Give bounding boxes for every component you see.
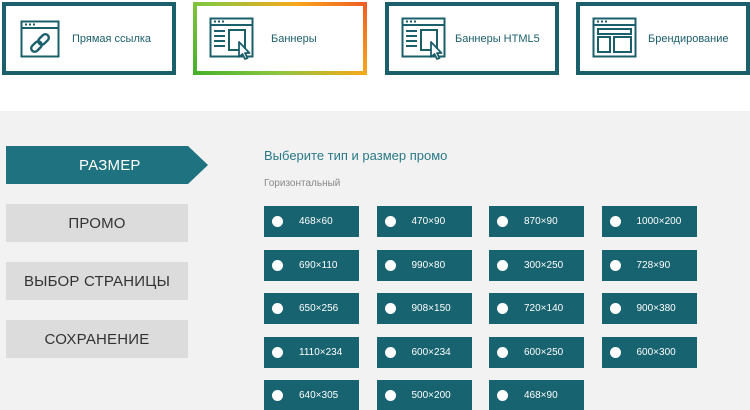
- size-option[interactable]: 728×90: [601, 249, 697, 281]
- size-option[interactable]: 600×300: [601, 336, 697, 368]
- radio-icon[interactable]: [497, 216, 508, 227]
- size-option[interactable]: 908×150: [376, 293, 472, 324]
- size-option-label: 500×200: [411, 390, 451, 401]
- radio-icon[interactable]: [384, 303, 396, 314]
- size-option-label: 1000×200: [636, 216, 682, 227]
- size-option[interactable]: 600×250: [489, 336, 584, 368]
- size-option[interactable]: 468×90: [489, 380, 584, 410]
- size-option-label: 728×90: [636, 259, 671, 271]
- banner-icon: [209, 16, 255, 62]
- size-option[interactable]: 1000×200: [601, 206, 697, 237]
- radio-icon[interactable]: [272, 216, 283, 227]
- tab-direct-link[interactable]: Прямая ссылка: [2, 2, 176, 75]
- tab-label: Баннеры: [271, 32, 317, 45]
- radio-icon[interactable]: [272, 390, 283, 401]
- size-option-label: 1110×234: [299, 346, 343, 358]
- size-option-label: 600×250: [524, 346, 564, 358]
- size-option-label: 468×90: [524, 390, 558, 401]
- size-option[interactable]: 690×110: [264, 249, 359, 281]
- size-option-label: 468×60: [299, 216, 333, 227]
- size-option[interactable]: 720×140: [489, 293, 584, 324]
- size-option[interactable]: 900×380: [601, 293, 697, 324]
- promo-type-bar: Прямая ссылка Баннеры Баннеры HTML5 Брен…: [0, 0, 750, 111]
- tab-html5-banners[interactable]: Баннеры HTML5: [385, 2, 559, 75]
- radio-icon[interactable]: [272, 259, 283, 271]
- size-option-label: 870×90: [524, 216, 558, 227]
- radio-icon[interactable]: [609, 346, 621, 358]
- size-option-label: 600×300: [636, 346, 676, 358]
- radio-icon[interactable]: [384, 259, 396, 271]
- tab-branding[interactable]: Брендирование: [576, 2, 750, 75]
- radio-icon[interactable]: [497, 303, 508, 314]
- tab-banners[interactable]: Баннеры: [193, 2, 367, 75]
- branding-icon: [592, 16, 638, 62]
- size-option[interactable]: 470×90: [376, 206, 472, 237]
- radio-icon[interactable]: [497, 390, 508, 401]
- html5-banner-icon: [401, 16, 447, 62]
- size-option-label: 650×256: [299, 303, 339, 314]
- radio-icon[interactable]: [384, 216, 396, 227]
- step-save[interactable]: СОХРАНЕНИЕ: [6, 320, 188, 358]
- orientation-label: Горизонтальный: [264, 178, 341, 189]
- size-option[interactable]: 650×256: [264, 293, 359, 324]
- radio-icon[interactable]: [497, 346, 508, 358]
- radio-icon[interactable]: [609, 216, 621, 227]
- radio-icon[interactable]: [272, 346, 283, 358]
- size-option-label: 690×110: [299, 259, 338, 271]
- size-option-label: 990×80: [411, 259, 446, 271]
- tab-label: Прямая ссылка: [72, 32, 152, 45]
- tab-label: Брендирование: [648, 32, 729, 45]
- size-option[interactable]: 640×305: [264, 380, 359, 410]
- size-option[interactable]: 600×234: [376, 336, 472, 368]
- radio-icon[interactable]: [384, 390, 396, 401]
- step-promo[interactable]: ПРОМО: [6, 204, 188, 242]
- size-option-label: 470×90: [411, 216, 446, 227]
- size-option-label: 300×250: [524, 259, 564, 271]
- size-option-label: 600×234: [411, 346, 451, 358]
- radio-icon[interactable]: [272, 303, 283, 314]
- size-option[interactable]: 1110×234: [264, 336, 359, 368]
- size-option-label: 900×380: [636, 303, 676, 314]
- size-option[interactable]: 870×90: [489, 206, 584, 237]
- step-page-select[interactable]: ВЫБОР СТРАНИЦЫ: [6, 262, 188, 300]
- size-option-label: 720×140: [524, 303, 564, 314]
- radio-icon[interactable]: [384, 346, 396, 358]
- size-option[interactable]: 990×80: [376, 249, 472, 281]
- radio-icon[interactable]: [609, 259, 621, 271]
- tab-label: Баннеры HTML5: [455, 32, 540, 45]
- size-option[interactable]: 500×200: [376, 380, 472, 410]
- size-option[interactable]: 300×250: [489, 249, 584, 281]
- radio-icon[interactable]: [497, 259, 508, 271]
- radio-icon[interactable]: [609, 303, 621, 314]
- step-size[interactable]: РАЗМЕР: [6, 146, 208, 184]
- size-option-label: 640×305: [299, 390, 339, 401]
- section-title: Выберите тип и размер промо: [264, 148, 448, 163]
- size-option[interactable]: 468×60: [264, 206, 359, 237]
- link-icon: [20, 16, 60, 62]
- size-option-label: 908×150: [411, 303, 451, 314]
